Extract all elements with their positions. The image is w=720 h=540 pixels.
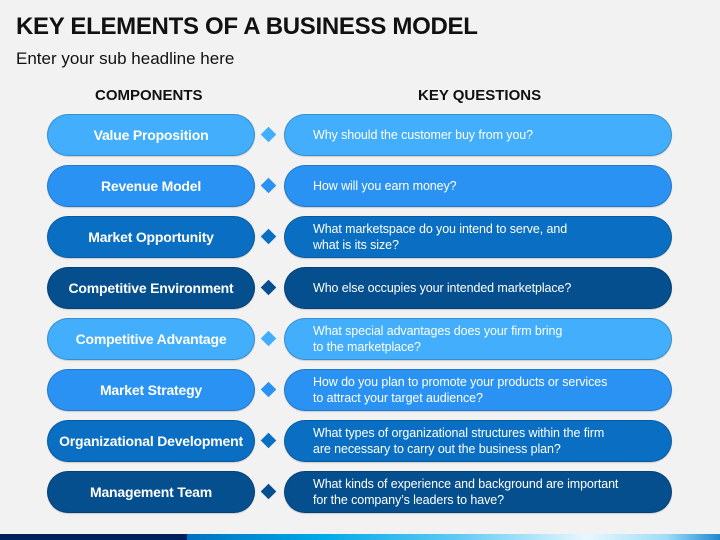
diamond-icon <box>260 330 277 347</box>
bottom-accent-bar <box>0 534 720 540</box>
question-pill: How do you plan to promote your products… <box>284 369 672 411</box>
question-pill: Why should the customer buy from you? <box>284 114 672 156</box>
element-row: Management Team What kinds of experience… <box>0 471 720 515</box>
diamond-icon <box>260 483 277 500</box>
element-row: Competitive Environment Who else occupie… <box>0 267 720 311</box>
question-pill: What kinds of experience and background … <box>284 471 672 513</box>
question-pill: What marketspace do you intend to serve,… <box>284 216 672 258</box>
question-text: What special advantages does your firm b… <box>313 324 563 354</box>
component-pill: Competitive Advantage <box>47 318 255 360</box>
question-text: What types of organizational structures … <box>313 426 605 456</box>
question-pill: How will you earn money? <box>284 165 672 207</box>
component-pill: Revenue Model <box>47 165 255 207</box>
bottom-bar-dark-segment <box>0 534 187 540</box>
component-pill: Management Team <box>47 471 255 513</box>
element-row: Market Strategy How do you plan to promo… <box>0 369 720 413</box>
key-questions-header: KEY QUESTIONS <box>418 87 542 104</box>
element-row: Market Opportunity What marketspace do y… <box>0 216 720 260</box>
component-pill: Value Proposition <box>47 114 255 156</box>
component-pill: Market Opportunity <box>47 216 255 258</box>
element-row: Competitive Advantage What special advan… <box>0 318 720 362</box>
diamond-icon <box>260 279 277 296</box>
question-text: How will you earn money? <box>313 179 457 193</box>
diamond-icon <box>260 381 277 398</box>
diamond-icon <box>260 228 277 245</box>
question-text: What kinds of experience and background … <box>313 477 619 507</box>
diamond-icon <box>260 126 277 143</box>
question-text: How do you plan to promote your products… <box>313 375 608 405</box>
slide-title: KEY ELEMENTS OF A BUSINESS MODEL <box>16 13 478 40</box>
component-pill: Market Strategy <box>47 369 255 411</box>
question-text: Who else occupies your intended marketpl… <box>313 281 572 295</box>
question-pill: What types of organizational structures … <box>284 420 672 462</box>
element-row: Value Proposition Why should the custome… <box>0 114 720 158</box>
diamond-icon <box>260 432 277 449</box>
components-header: COMPONENTS <box>95 87 203 104</box>
element-row: Revenue Model How will you earn money? <box>0 165 720 209</box>
slide-subtitle: Enter your sub headline here <box>16 49 235 68</box>
component-pill: Organizational Development <box>47 420 255 462</box>
bottom-bar-gradient-segment <box>187 534 720 540</box>
element-row: Organizational Development What types of… <box>0 420 720 464</box>
question-pill: Who else occupies your intended marketpl… <box>284 267 672 309</box>
question-text: What marketspace do you intend to serve,… <box>313 222 568 252</box>
question-pill: What special advantages does your firm b… <box>284 318 672 360</box>
component-pill: Competitive Environment <box>47 267 255 309</box>
question-text: Why should the customer buy from you? <box>313 128 534 142</box>
diamond-icon <box>260 177 277 194</box>
